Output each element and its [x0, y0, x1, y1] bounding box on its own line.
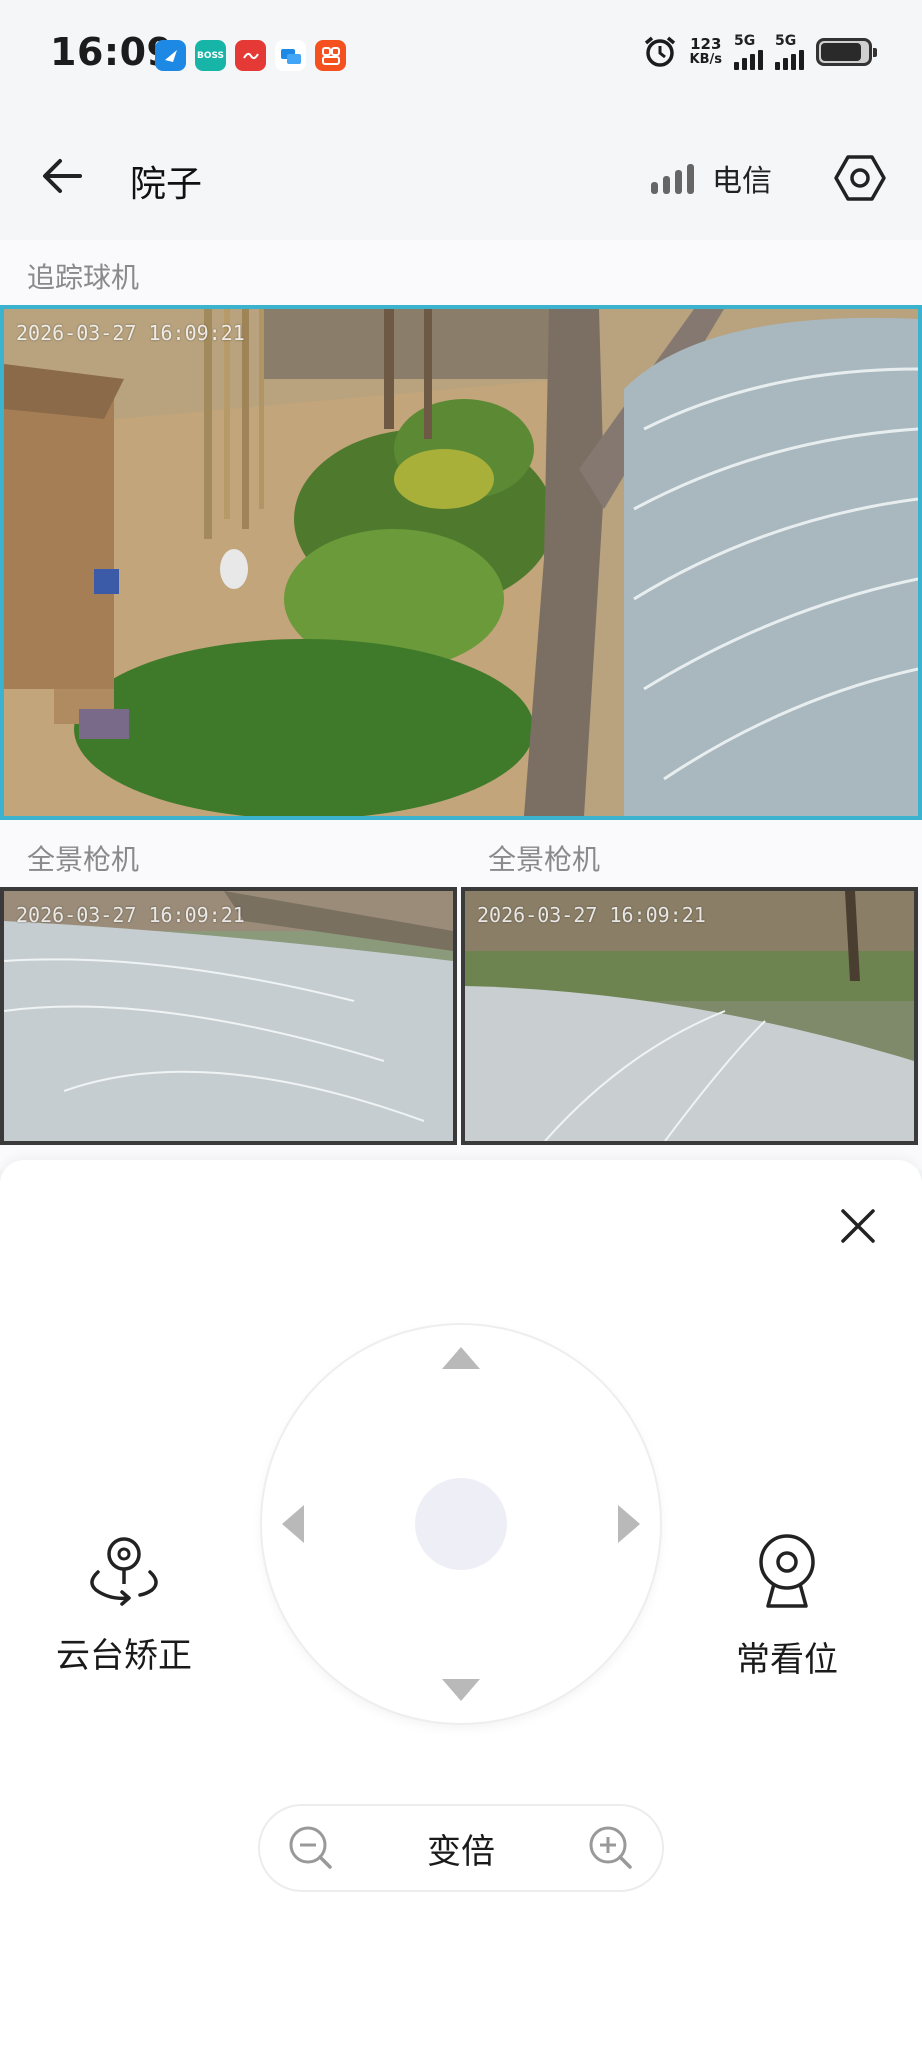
carrier-label: 电信 [712, 164, 772, 199]
greenhouse-scene-2-image [465, 891, 914, 1141]
ptz-control-sheet: 云台矫正 常看位 变倍 [0, 1160, 922, 2048]
zoom-control: 变倍 [258, 1804, 664, 1892]
network-1: 5G [734, 34, 763, 70]
browser-app-icon [155, 40, 186, 71]
close-button[interactable] [832, 1200, 884, 1252]
pan-down-icon[interactable] [442, 1679, 480, 1701]
alarm-icon [644, 36, 675, 67]
sub-camera-2-feed[interactable]: 2026-03-27 16:09:21 [461, 887, 918, 1145]
preset-position-button[interactable]: 常看位 [736, 1532, 838, 1681]
page-title: 院子 [130, 164, 203, 205]
net-speed-value: 123 [690, 35, 722, 53]
close-icon [841, 1209, 875, 1243]
net-speed: 123 KB/s [690, 36, 722, 68]
direction-pad[interactable] [262, 1325, 660, 1723]
main-camera-feed[interactable]: 2026-03-27 16:09:21 [0, 305, 922, 820]
ptz-correct-button[interactable]: 云台矫正 [56, 1532, 192, 1677]
signal-bars-2-icon [775, 48, 804, 70]
zoom-out-button[interactable] [286, 1823, 336, 1873]
app-header: 院子 电信 [0, 110, 922, 240]
sub-camera-1-timestamp: 2026-03-27 16:09:21 [16, 903, 245, 927]
preset-position-label: 常看位 [736, 1640, 838, 1680]
notification-icons: BOSS [155, 40, 346, 71]
red-app-icon [235, 40, 266, 71]
network-1-label: 5G [734, 33, 756, 49]
pan-right-icon[interactable] [618, 1505, 640, 1543]
sub-camera-2-label: 全景枪机 [488, 843, 601, 876]
boss-zhipin-app-icon: BOSS [195, 40, 226, 71]
camera-preset-icon [759, 1534, 815, 1608]
pan-left-icon[interactable] [282, 1505, 304, 1543]
ptz-correct-icon [90, 1537, 158, 1606]
network-2-label: 5G [775, 33, 797, 49]
back-arrow-icon [43, 159, 82, 193]
orange-app-icon [315, 40, 346, 71]
zoom-out-icon [289, 1826, 332, 1869]
pan-up-icon[interactable] [442, 1347, 480, 1369]
settings-hexagon-icon [834, 155, 886, 201]
garden-scene-image [4, 309, 918, 816]
status-right: 123 KB/s 5G 5G [642, 34, 877, 70]
main-camera-label: 追踪球机 [27, 261, 140, 294]
net-speed-unit: KB/s [689, 52, 722, 67]
back-button[interactable] [34, 148, 90, 204]
sub-camera-1-feed[interactable]: 2026-03-27 16:09:21 [0, 887, 457, 1145]
zoom-in-icon [589, 1826, 632, 1869]
zoom-in-button[interactable] [586, 1823, 636, 1873]
status-bar: 16:09 BOSS 123 KB/s 5G 5G [0, 0, 922, 110]
sub-camera-1-label: 全景枪机 [27, 843, 140, 876]
direction-pad-center[interactable] [415, 1478, 507, 1570]
main-camera-timestamp: 2026-03-27 16:09:21 [16, 321, 245, 345]
greenhouse-scene-1-image [4, 891, 453, 1141]
signal-strength-icon [651, 162, 694, 194]
battery-icon [816, 38, 877, 66]
settings-button[interactable] [830, 148, 890, 208]
boss-app-text: BOSS [196, 50, 225, 61]
zoom-label: 变倍 [427, 1831, 495, 1872]
sub-camera-2-timestamp: 2026-03-27 16:09:21 [477, 903, 706, 927]
signal-status: 电信 [651, 156, 772, 200]
ptz-correct-label: 云台矫正 [56, 1636, 192, 1676]
signal-bars-1-icon [734, 48, 763, 70]
message-app-icon [275, 40, 306, 71]
network-2: 5G [775, 34, 804, 70]
